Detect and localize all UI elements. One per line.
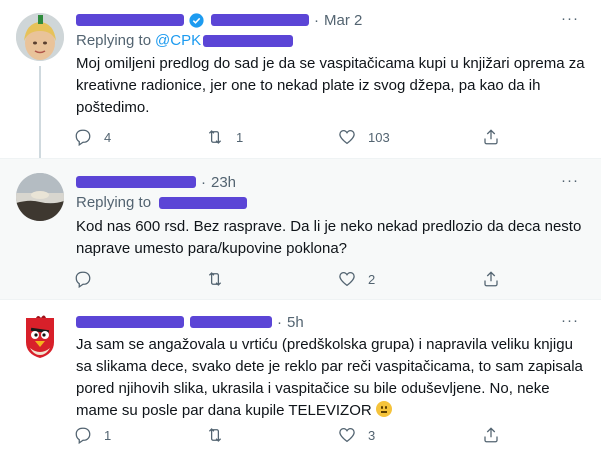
avatar[interactable] (16, 173, 64, 221)
like-icon (339, 427, 355, 443)
retweet-button[interactable] (206, 426, 236, 444)
separator-dot: · (277, 313, 282, 331)
share-button[interactable] (482, 426, 500, 444)
handle-redacted[interactable] (211, 14, 309, 26)
tweet-actions: 1 3 (74, 426, 514, 446)
reply-icon (75, 427, 91, 444)
verified-badge-icon (189, 12, 204, 28)
share-button[interactable] (482, 128, 500, 146)
retweet-button[interactable] (206, 270, 236, 288)
retweet-button[interactable]: 1 (206, 128, 243, 146)
reply-icon (75, 271, 91, 288)
neutral-face-emoji (375, 401, 392, 417)
timestamp[interactable]: 5h (287, 314, 304, 331)
display-name-redacted[interactable] (76, 176, 196, 188)
display-name-redacted[interactable] (76, 316, 184, 328)
like-button[interactable]: 2 (338, 270, 375, 288)
tweet-text: Kod nas 600 rsd. Bez rasprave. Da li je … (76, 218, 582, 257)
reply-button[interactable]: 1 (74, 426, 111, 444)
timestamp[interactable]: 23h (211, 174, 236, 191)
tweet-actions: 4 1 103 (74, 128, 514, 148)
tweet-text: Moj omiljeni predlog do sad je da se vas… (76, 55, 585, 116)
tweet-header: · 5h (76, 312, 304, 332)
display-name-redacted[interactable] (76, 14, 184, 26)
tweet-header: · Mar 2 (76, 10, 362, 30)
avatar[interactable] (16, 312, 64, 360)
tweet-text-content: Ja sam se angažovala u vrtiću (predškols… (76, 336, 583, 419)
tweet-header: · 23h (76, 172, 236, 192)
timestamp[interactable]: Mar 2 (324, 12, 362, 29)
reply-button[interactable]: 4 (74, 128, 111, 146)
tweet-actions: 2 (74, 270, 514, 290)
share-icon (484, 271, 498, 287)
avatar-photo (16, 173, 64, 221)
share-icon (484, 129, 498, 145)
like-count: 2 (368, 271, 376, 287)
replying-to-label: Replying to (76, 32, 152, 49)
handle-redacted[interactable] (203, 34, 294, 47)
like-count: 3 (368, 427, 376, 443)
replying-to-handle[interactable]: @CPK (155, 32, 201, 49)
replying-to: Replying to (76, 194, 248, 211)
handle-redacted[interactable] (159, 196, 248, 209)
like-button[interactable]: 3 (338, 426, 375, 444)
replying-to: Replying to @CPK (76, 32, 294, 49)
tweet-2[interactable]: · 23h ··· Replying to Kod nas 600 rsd. B… (0, 158, 601, 299)
more-icon[interactable]: ··· (561, 172, 579, 189)
like-icon (339, 271, 355, 287)
reply-count: 4 (104, 129, 112, 145)
like-icon (339, 129, 355, 145)
thread-line (39, 66, 41, 158)
tweet-1[interactable]: · Mar 2 ··· Replying to @CPK Moj omiljen… (0, 0, 601, 158)
reply-count: 1 (104, 427, 112, 443)
separator-dot: · (201, 173, 206, 191)
retweet-count: 1 (236, 129, 244, 145)
separator-dot: · (314, 11, 319, 29)
share-icon (484, 427, 498, 443)
replying-to-label: Replying to (76, 194, 152, 211)
angry-birds-avatar (16, 312, 64, 360)
tweet-text: Ja sam se angažovala u vrtiću (predškols… (76, 334, 586, 422)
reply-button[interactable] (74, 270, 104, 288)
retweet-icon (208, 272, 222, 286)
more-icon[interactable]: ··· (561, 312, 579, 329)
tweet-3[interactable]: · 5h ··· Ja sam se angažovala u vrtiću (… (0, 299, 601, 468)
share-button[interactable] (482, 270, 500, 288)
retweet-icon (208, 130, 222, 144)
avatar-photo (16, 13, 64, 61)
reply-icon (75, 129, 91, 146)
avatar[interactable] (16, 13, 64, 61)
retweet-icon (208, 428, 222, 442)
more-icon[interactable]: ··· (561, 10, 579, 27)
like-button[interactable]: 103 (338, 128, 390, 146)
handle-redacted[interactable] (190, 316, 272, 328)
like-count: 103 (368, 129, 390, 145)
